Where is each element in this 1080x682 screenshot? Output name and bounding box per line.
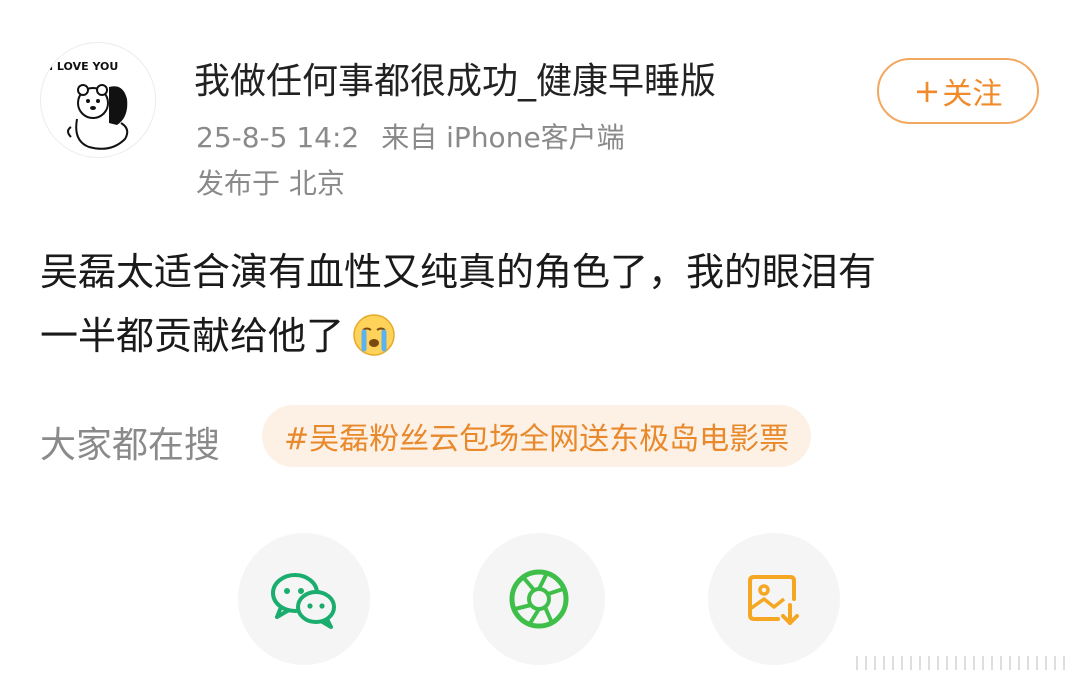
plus-icon: + xyxy=(913,72,941,110)
follow-button[interactable]: + 关注 xyxy=(877,58,1039,124)
watermark-decoration xyxy=(856,656,1066,670)
moments-aperture-icon xyxy=(509,569,569,629)
user-avatar[interactable]: I LOVE YOU xyxy=(40,42,156,158)
post-content: 吴磊太适合演有血性又纯真的角色了，我的眼泪有 一半都贡献给他了 xyxy=(40,240,1040,368)
save-image-button[interactable] xyxy=(708,533,840,665)
avatar-text: I LOVE YOU xyxy=(49,60,118,73)
post-source: 来自 iPhone客户端 xyxy=(381,121,625,154)
share-wechat-button[interactable] xyxy=(238,533,370,665)
crying-face-icon xyxy=(353,314,395,356)
username[interactable]: 我做任何事都很成功_健康早睡版 xyxy=(194,52,716,104)
follow-label: 关注 xyxy=(942,77,1003,112)
wechat-icon xyxy=(271,573,336,629)
post-content-text: 一半都贡献给他了 xyxy=(40,314,345,358)
trending-label: 大家都在搜 xyxy=(40,425,221,466)
avatar-illustration: I LOVE YOU xyxy=(49,60,129,150)
post-meta: 25-8-5 14:2 来自 iPhone客户端 xyxy=(196,116,625,156)
save-image-icon xyxy=(748,575,799,625)
share-moments-button[interactable] xyxy=(473,533,605,665)
post-location: 发布于 北京 xyxy=(196,167,345,200)
post-content-line-1: 吴磊太适合演有血性又纯真的角色了，我的眼泪有 xyxy=(40,250,877,294)
trending-topic-chip[interactable]: #吴磊粉丝云包场全网送东极岛电影票 xyxy=(262,405,812,467)
post-timestamp: 25-8-5 14:2 xyxy=(196,121,360,154)
post-content-line-2: 一半都贡献给他了 xyxy=(40,304,1040,368)
